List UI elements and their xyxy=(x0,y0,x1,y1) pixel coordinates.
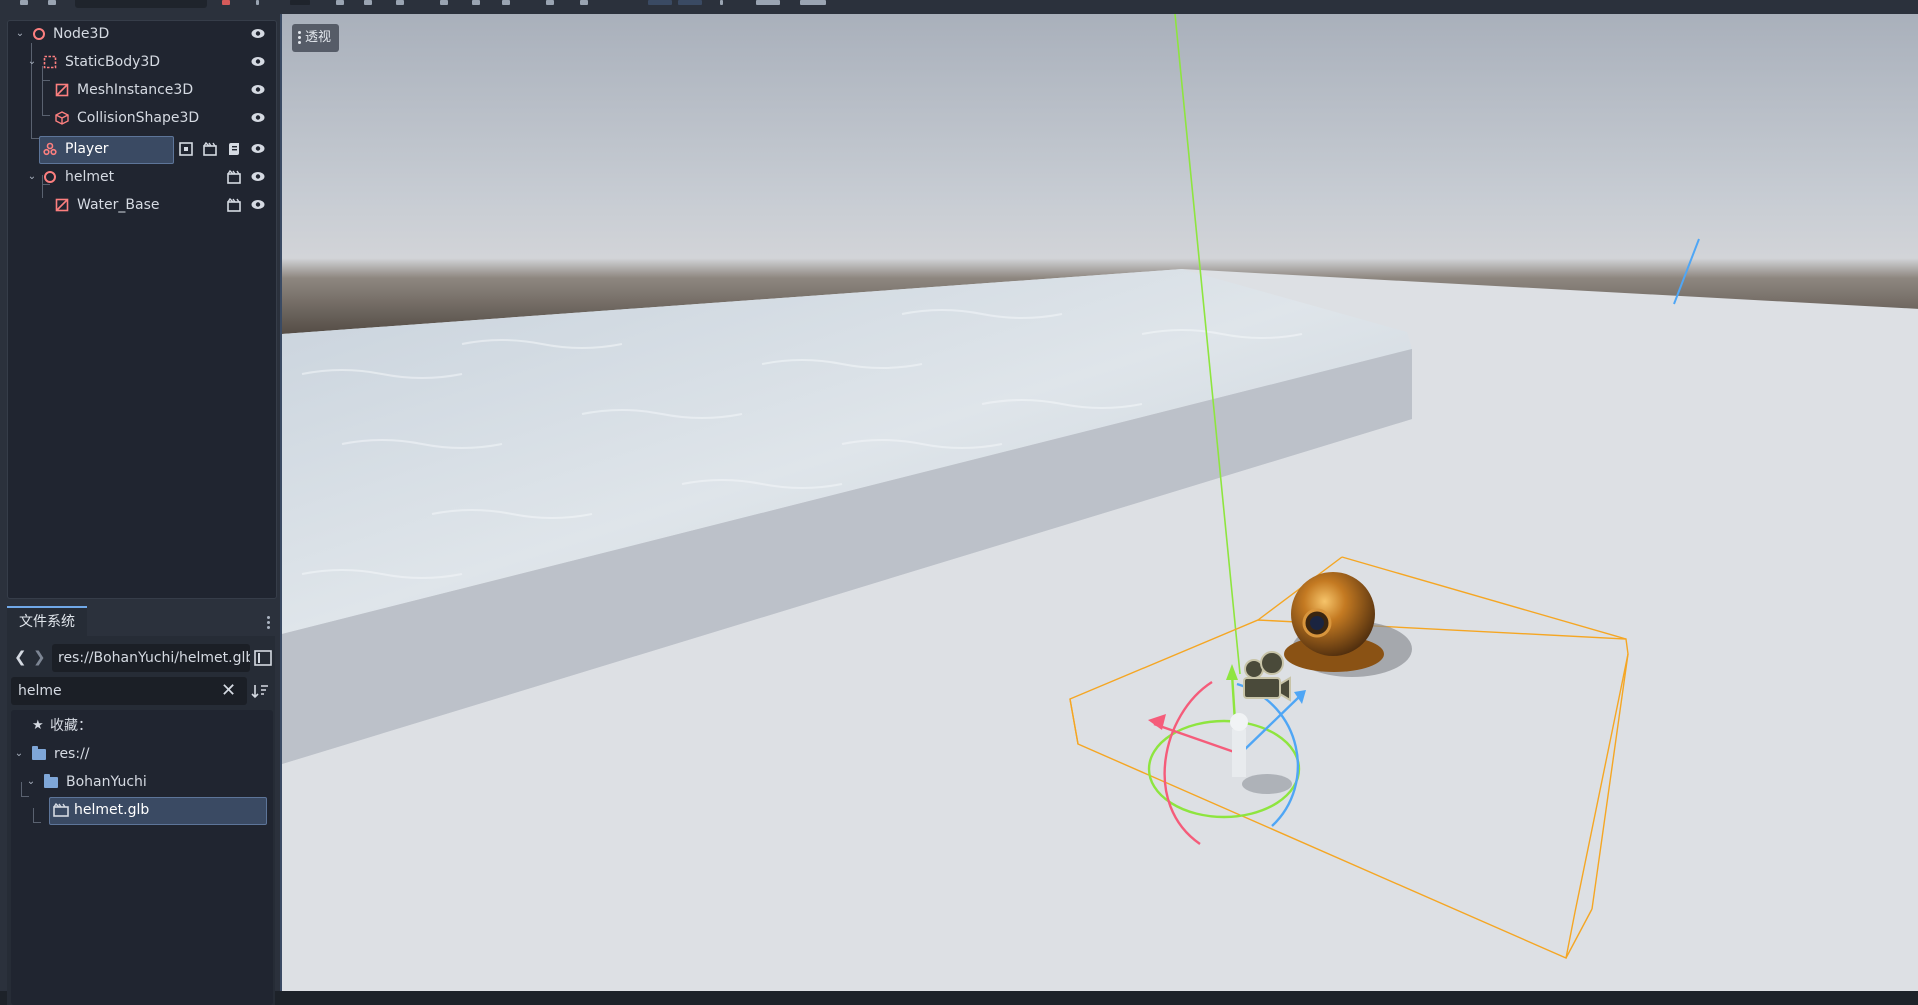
script-icon[interactable] xyxy=(222,0,230,5)
node-group-icon[interactable] xyxy=(178,141,194,157)
rotate-tool-icon[interactable] xyxy=(364,0,372,5)
tree-item-collisionshape3d[interactable]: CollisionShape3D xyxy=(8,105,274,131)
scale-tool-icon[interactable] xyxy=(396,0,404,5)
filesystem-panel: ❮ ❯ res://BohanYuchi/helmet.glb helme ✕ … xyxy=(7,636,275,1005)
tree-item-label: MeshInstance3D xyxy=(77,82,194,98)
view-mode-label: 透视 xyxy=(305,30,332,45)
node3d-icon xyxy=(33,28,45,40)
file-tree-item-helmet-glb[interactable]: helmet.glb xyxy=(11,797,273,823)
tree-item-water-base[interactable]: Water_Base xyxy=(8,192,274,218)
visibility-eye-icon[interactable] xyxy=(251,84,265,95)
visibility-eye-icon[interactable] xyxy=(251,171,265,182)
tree-item-label: Player xyxy=(65,141,109,157)
chevron-down-icon[interactable]: ⌄ xyxy=(12,741,26,767)
chevron-down-icon[interactable]: ⌄ xyxy=(13,21,27,47)
more-icon[interactable] xyxy=(720,0,723,5)
staticbody-icon xyxy=(43,55,57,69)
node3d-icon xyxy=(44,171,56,183)
tree-item-label: StaticBody3D xyxy=(65,54,161,70)
tree-item-label: helmet xyxy=(65,169,115,185)
view-mode-button[interactable]: 透视 xyxy=(292,24,340,52)
clear-search-icon[interactable]: ✕ xyxy=(221,680,236,701)
snap-icon[interactable] xyxy=(440,0,448,5)
kebab-icon xyxy=(298,29,301,46)
visibility-eye-icon[interactable] xyxy=(251,28,265,39)
preview-menu-icon[interactable] xyxy=(800,0,826,5)
mesh-icon xyxy=(55,83,69,97)
file-tree-item-label: res:// xyxy=(54,746,90,762)
chevron-down-icon[interactable]: ⌄ xyxy=(25,49,39,75)
nav-forward-icon[interactable]: ❯ xyxy=(33,648,46,666)
viewport-scene[interactable] xyxy=(282,14,1918,991)
sort-icon[interactable] xyxy=(251,683,269,699)
split-view-icon[interactable] xyxy=(254,650,272,666)
instanced-scene-icon[interactable] xyxy=(202,141,218,157)
script-icon[interactable] xyxy=(226,141,242,157)
select-tool-icon[interactable] xyxy=(290,0,310,5)
collision-shape-icon xyxy=(55,111,69,125)
group-icon[interactable] xyxy=(546,0,554,5)
star-icon: ★ xyxy=(32,718,44,733)
file-tree-item-label: helmet.glb xyxy=(74,802,150,818)
chevron-down-icon[interactable]: ⌄ xyxy=(24,769,38,795)
file-tree: ★ 收藏： ⌄ res:// ⌄ BohanYuchi helmet.glb xyxy=(11,710,273,1005)
mesh-icon xyxy=(55,198,69,212)
view-menu-icon[interactable] xyxy=(756,0,780,5)
left-dock: ⌄ Node3D ⌄ StaticBody3D MeshInstance3D C… xyxy=(0,14,280,1005)
visibility-eye-icon[interactable] xyxy=(251,199,265,210)
scene-tree-panel: ⌄ Node3D ⌄ StaticBody3D MeshInstance3D C… xyxy=(7,20,277,599)
nav-back-icon[interactable]: ❮ xyxy=(14,648,27,666)
scene-file-icon xyxy=(53,803,69,817)
folder-icon xyxy=(32,746,46,760)
favorites-label: 收藏： xyxy=(50,718,92,734)
scene-filter-input[interactable] xyxy=(75,0,207,8)
file-tree-item-res-root[interactable]: ⌄ res:// xyxy=(11,741,273,767)
link-icon[interactable] xyxy=(48,0,56,5)
tree-item-staticbody3d[interactable]: ⌄ StaticBody3D xyxy=(8,49,274,75)
tree-item-helmet[interactable]: ⌄ helmet xyxy=(8,164,274,190)
instanced-scene-icon[interactable] xyxy=(226,197,242,213)
visibility-eye-icon[interactable] xyxy=(251,56,265,67)
tree-item-node3d[interactable]: ⌄ Node3D xyxy=(8,21,274,47)
tree-item-player[interactable]: Player xyxy=(8,136,274,162)
add-node-icon[interactable] xyxy=(20,0,28,5)
snap-toggle-icon[interactable] xyxy=(678,0,702,5)
filesystem-tabbar: 文件系统 xyxy=(7,606,275,636)
tree-item-label: Water_Base xyxy=(77,197,160,213)
dock-menu-icon[interactable] xyxy=(267,614,271,631)
menu-icon[interactable] xyxy=(256,0,259,5)
grid-icon[interactable] xyxy=(472,0,480,5)
instanced-scene-icon[interactable] xyxy=(226,169,242,185)
file-tree-item-label: BohanYuchi xyxy=(66,774,147,790)
lock-icon[interactable] xyxy=(502,0,510,5)
visibility-eye-icon[interactable] xyxy=(251,112,265,123)
top-toolbar xyxy=(0,0,1918,15)
tree-item-meshinstance3d[interactable]: MeshInstance3D xyxy=(8,77,274,103)
folder-icon xyxy=(44,774,58,788)
visibility-eye-icon[interactable] xyxy=(251,143,265,154)
local-space-icon[interactable] xyxy=(648,0,672,5)
chevron-down-icon[interactable]: ⌄ xyxy=(25,164,39,190)
path-field[interactable]: res://BohanYuchi/helmet.glb xyxy=(52,644,250,672)
move-tool-icon[interactable] xyxy=(336,0,344,5)
skeleton-icon[interactable] xyxy=(580,0,588,5)
tab-filesystem[interactable]: 文件系统 xyxy=(7,606,87,636)
character-body-icon xyxy=(43,142,57,156)
tree-item-label: CollisionShape3D xyxy=(77,110,200,126)
tree-item-label: Node3D xyxy=(53,26,110,42)
file-search-input[interactable]: helme xyxy=(11,677,247,705)
3d-viewport[interactable]: 透视 xyxy=(280,14,1918,991)
favorites-item[interactable]: ★ 收藏： xyxy=(11,713,273,739)
file-tree-item-bohanyuchi[interactable]: ⌄ BohanYuchi xyxy=(11,769,273,795)
